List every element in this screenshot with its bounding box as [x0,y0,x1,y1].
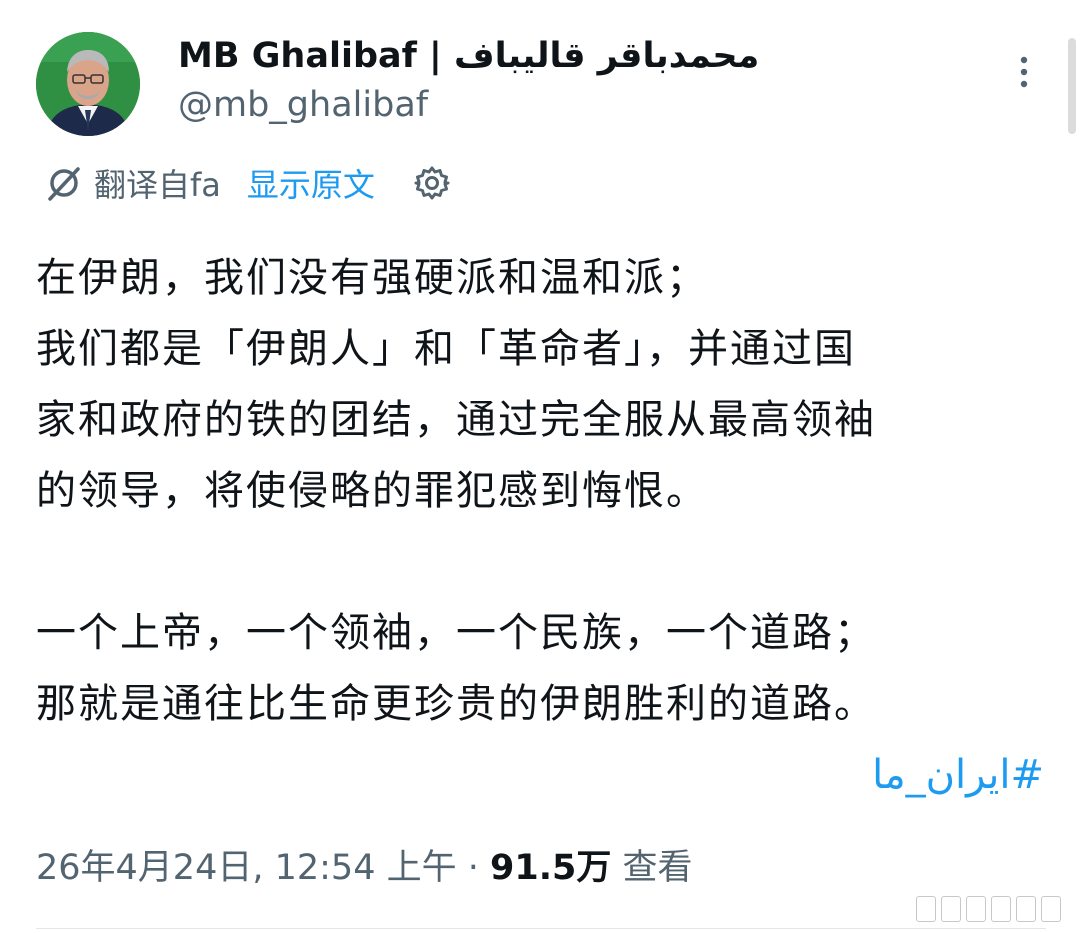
tweet-line: 家和政府的铁的团结，通过完全服从最高领袖 [36,397,876,443]
author-avatar[interactable] [36,32,140,136]
tweet-meta: 26年4月24日, 12:54 上午 · 91.5万 查看 [36,843,692,893]
views-count: 91.5万 [489,848,612,888]
show-original-link[interactable]: 显示原文 [247,160,375,206]
tweet-line: 我们都是「伊朗人」和「革命者」，并通过国 [36,326,856,372]
scrollbar[interactable] [1068,38,1076,134]
timestamp[interactable]: 26年4月24日, 12:54 上午 [36,848,457,888]
meta-separator: · [456,848,490,888]
divider [36,928,1046,929]
tweet-line: 那就是通往比生命更珍贵的伊朗胜利的道路。 [36,681,876,727]
translation-bar: 翻译自fa 显示原文 [44,158,451,208]
tweet-line: 在伊朗，我们没有强硬派和温和派； [36,255,708,301]
tweet-text: 在伊朗，我们没有强硬派和温和派； 我们都是「伊朗人」和「革命者」，并通过国 家和… [36,243,1046,740]
translated-from-label: 翻译自fa [94,166,221,204]
tweet-line: 一个上帝，一个领袖，一个民族，一个道路； [36,610,876,656]
watermark-icon [916,896,1066,926]
author-handle[interactable]: @mb_ghalibaf [178,83,428,127]
hashtag-link[interactable]: #ایران_ما [872,745,1044,805]
tweet-line: 的领导，将使侵略的罪犯感到悔恨。 [36,468,708,514]
more-options-icon[interactable] [1012,54,1036,90]
author-display-name[interactable]: MB Ghalibaf | محمدباقر قالیباف [178,34,759,78]
translate-icon [48,167,80,201]
profile-photo [36,32,140,136]
views[interactable]: 91.5万 查看 [490,848,693,888]
views-label: 查看 [611,848,693,888]
gear-icon[interactable] [413,164,451,202]
